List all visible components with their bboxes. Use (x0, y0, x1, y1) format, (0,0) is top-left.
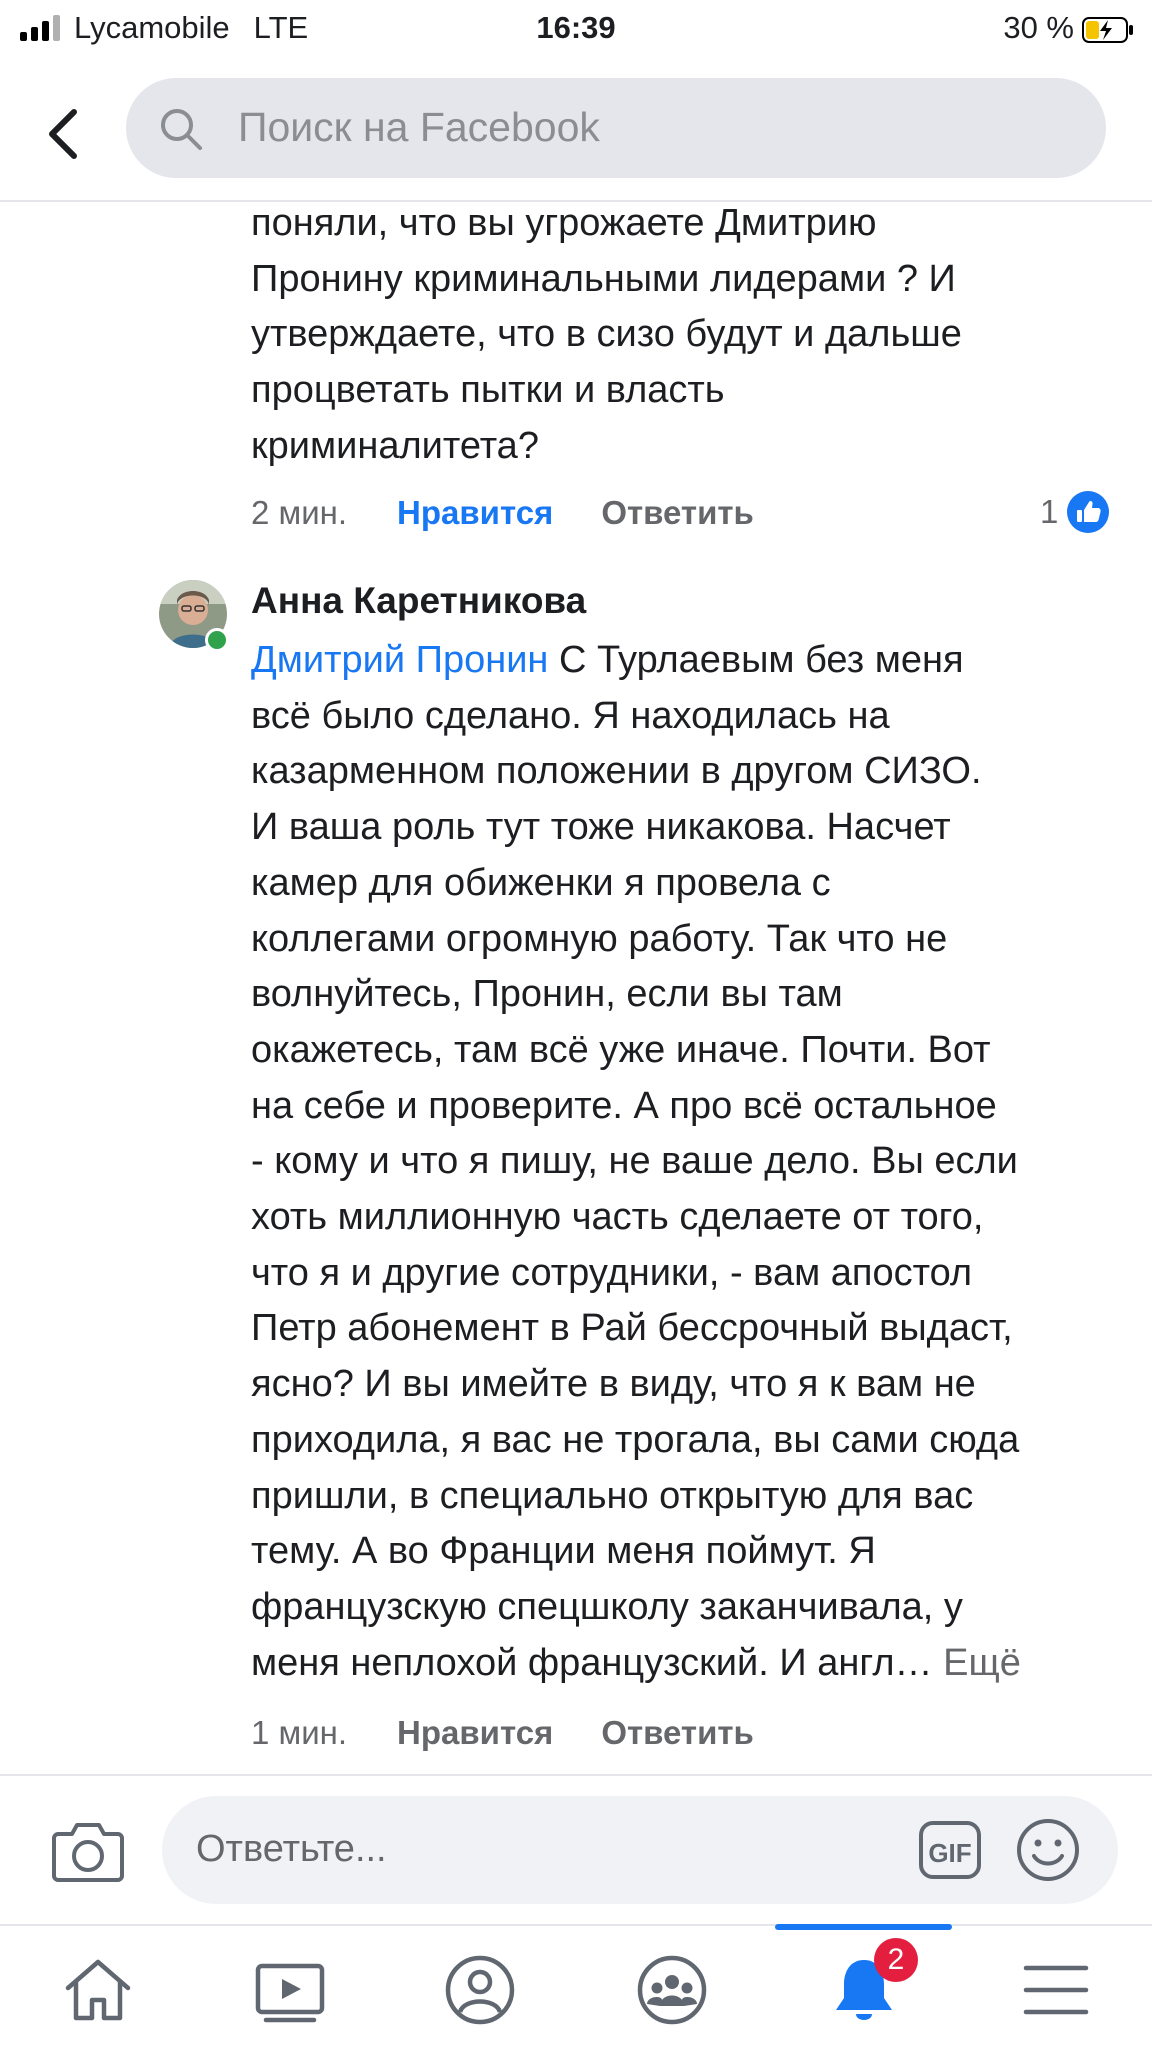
emoji-button[interactable] (1016, 1818, 1080, 1882)
online-status-indicator (205, 628, 229, 652)
gif-label: GIF (928, 1838, 971, 1868)
comment-body: Дмитрий Пронин С Турлаевым без меня всё … (251, 633, 1021, 1691)
comment-line: всё было сделано. Я находилась на (251, 694, 890, 737)
home-icon (65, 1959, 131, 2021)
status-bar: Lycamobile LTE 16:39 30 % (0, 0, 1152, 58)
comment-line: - кому и что я пишу, не ваше дело. Вы ес… (251, 1140, 1018, 1183)
comment-author[interactable]: Анна Каретникова (251, 580, 586, 622)
battery-percent: 30 % (1003, 10, 1074, 45)
see-more-link[interactable]: Ещё (943, 1642, 1021, 1684)
status-right: 30 % (1003, 10, 1134, 46)
gif-icon: GIF (919, 1821, 981, 1879)
search-placeholder: Поиск на Facebook (238, 104, 600, 150)
chevron-left-icon (49, 109, 77, 159)
comment-time[interactable]: 2 мин. (251, 494, 347, 532)
groups-icon (637, 1955, 707, 2025)
comment-line: процветать пытки и власть (251, 369, 725, 412)
notifications-badge: 2 (874, 1938, 918, 1982)
comment-line: приходила, я вас не трогала, вы сами сюд… (251, 1418, 1020, 1461)
battery-charging-icon (1082, 15, 1134, 43)
comment-line: Петр абонемент в Рай бессрочный выдаст, (251, 1307, 1013, 1350)
comment-line: на себе и проверите. А про всё остальное (251, 1084, 997, 1127)
status-time: 16:39 (536, 10, 616, 45)
tab-video[interactable] (252, 1952, 328, 2028)
reaction-count: 1 (1040, 493, 1059, 530)
reply-button[interactable]: Ответить (601, 1714, 754, 1752)
comment-line: Пронину криминальными лидерами ? И (251, 257, 956, 300)
reaction-summary[interactable]: 1 (1040, 490, 1110, 534)
camera-icon (52, 1823, 124, 1882)
tab-home[interactable] (60, 1952, 136, 2028)
smiley-icon (1017, 1819, 1079, 1881)
tab-profile[interactable] (442, 1952, 518, 2028)
like-button[interactable]: Нравится (397, 1714, 553, 1752)
comment-body: поняли, что вы угрожаете Дмитрию Пронину… (251, 196, 962, 475)
thumbs-up-icon (1067, 491, 1110, 533)
active-tab-indicator (775, 1924, 952, 1930)
comment-time[interactable]: 1 мин. (251, 1714, 347, 1752)
comment-text-segment: меня неплохой французский. И англ… (251, 1641, 933, 1684)
comment-line: волнуйтесь, Пронин, если вы там (251, 973, 843, 1016)
comment-line: что я и другие сотрудники, - вам апостол (251, 1251, 973, 1294)
reply-placeholder: Ответьте... (196, 1828, 387, 1870)
comment-line: окажетесь, там всё уже иначе. Почти. Вот (251, 1028, 991, 1071)
comment-last-line: меня неплохой французский. И англ… Ещё (251, 1636, 1021, 1692)
tab-menu[interactable] (1018, 1952, 1094, 2028)
comment-line: поняли, что вы угрожаете Дмитрию (251, 202, 877, 244)
reply-input[interactable]: Ответьте... GIF (162, 1796, 1118, 1904)
comment-actions: 2 мин. Нравится Ответить (251, 494, 754, 532)
search-icon (161, 109, 202, 150)
reply-button[interactable]: Ответить (601, 494, 754, 532)
profile-icon (445, 1955, 515, 2025)
video-icon (255, 1963, 325, 2023)
bottom-tab-bar (0, 1924, 1152, 2048)
comment-line: пришли, в специально открытую для вас (251, 1474, 974, 1517)
comment-line: криминалитета? (251, 424, 539, 467)
comment-text-segment: С Турлаевым без меня (548, 639, 964, 681)
camera-button[interactable] (52, 1820, 124, 1882)
comment-actions: 1 мин. Нравится Ответить (251, 1714, 754, 1752)
menu-icon (1023, 1965, 1089, 2015)
comment-first-line: Дмитрий Пронин С Турлаевым без меня (251, 633, 1021, 689)
mention-link[interactable]: Дмитрий Пронин (251, 639, 548, 681)
comment-line: И ваша роль тут тоже никакова. Насчет (251, 806, 951, 849)
reply-composer: Ответьте... GIF (0, 1774, 1152, 1926)
comment-line: французскую спецшколу заканчивала, у (251, 1585, 963, 1628)
tab-groups[interactable] (634, 1952, 710, 2028)
gif-button[interactable]: GIF (918, 1820, 982, 1880)
comment-line: коллегами огромную работу. Так что не (251, 917, 948, 960)
comment-line: утверждаете, что в сизо будут и дальше (251, 313, 962, 356)
comment-line: хоть миллионную часть сделаете от того, (251, 1196, 984, 1239)
comment-line: камер для обиженки я провела с (251, 861, 831, 904)
search-input[interactable]: Поиск на Facebook (126, 78, 1106, 178)
like-button[interactable]: Нравится (397, 494, 553, 532)
comment-line: тему. А во Франции меня поймут. Я (251, 1530, 876, 1573)
search-header: Поиск на Facebook (0, 70, 1152, 202)
comment-line: казарменном положении в другом СИЗО. (251, 750, 982, 793)
comment-line: ясно? И вы имейте в виду, что я к вам не (251, 1363, 976, 1406)
back-button[interactable] (40, 104, 90, 164)
